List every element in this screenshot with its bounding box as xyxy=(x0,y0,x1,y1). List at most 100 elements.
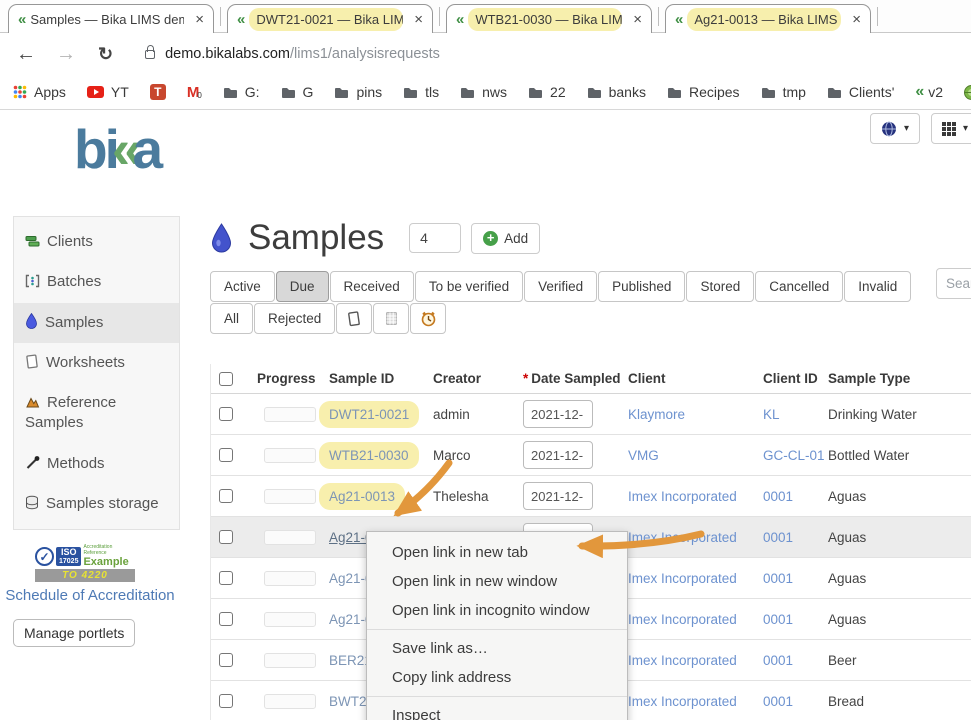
button-alarm-clock-icon[interactable] xyxy=(410,303,446,334)
filter-verified[interactable]: Verified xyxy=(524,271,597,302)
filter-due[interactable]: Due xyxy=(276,271,329,302)
client-id-link[interactable]: 0001 xyxy=(763,489,793,504)
bookmark-label: banks xyxy=(609,84,646,100)
date-sampled-input[interactable]: 2021-12- xyxy=(523,441,593,469)
menu-item-copy-link-address[interactable]: Copy link address xyxy=(367,663,627,692)
row-checkbox[interactable] xyxy=(219,448,233,462)
client-link[interactable]: Imex Incorporated xyxy=(628,653,737,668)
tab-close-icon[interactable]: × xyxy=(629,11,642,28)
filter-rejected[interactable]: Rejected xyxy=(254,303,335,334)
client-id-link[interactable]: GC-CL-01 xyxy=(763,448,825,463)
sample-id-link[interactable]: Ag21-0013 xyxy=(319,483,405,510)
date-sampled-input[interactable]: 2021-12- xyxy=(523,482,593,510)
client-id-link[interactable]: 0001 xyxy=(763,653,793,668)
bookmark-item[interactable]: Apps xyxy=(13,84,66,100)
sidebar-item-methods[interactable]: Methods xyxy=(14,444,179,484)
filter-invalid[interactable]: Invalid xyxy=(844,271,911,302)
sample-count-input[interactable]: 4 xyxy=(409,223,461,253)
forward-icon[interactable]: → xyxy=(56,43,76,66)
client-link[interactable]: Klaymore xyxy=(628,407,685,422)
sidebar-item-clients[interactable]: Clients xyxy=(14,222,179,262)
client-link[interactable]: Imex Incorporated xyxy=(628,489,737,504)
client-id-link[interactable]: 0001 xyxy=(763,571,793,586)
button-spreadsheet-icon[interactable] xyxy=(373,303,409,334)
bookmark-item[interactable]: pins xyxy=(334,84,382,100)
bookmark-item[interactable]: tls xyxy=(403,84,439,100)
apps-dropdown-button[interactable]: ▾ xyxy=(931,113,971,144)
filter-to-be-verified[interactable]: To be verified xyxy=(415,271,523,302)
client-link[interactable]: VMG xyxy=(628,448,659,463)
menu-item-save-link-as[interactable]: Save link as… xyxy=(367,634,627,663)
bookmark-item[interactable]: nws xyxy=(460,84,507,100)
row-checkbox[interactable] xyxy=(219,571,233,585)
sample-id-link[interactable]: BWT2 xyxy=(329,694,367,709)
bookmark-item[interactable]: Recipes xyxy=(667,84,740,100)
filter-active[interactable]: Active xyxy=(210,271,275,302)
browser-tab[interactable]: «Samples — Bika LIMS dem× xyxy=(8,4,214,33)
bookmark-item[interactable]: G: xyxy=(223,84,260,100)
back-icon[interactable]: ← xyxy=(16,43,36,66)
bookmark-item[interactable]: tmp xyxy=(761,84,806,100)
sidebar-item-reference-samples[interactable]: Reference Samples xyxy=(14,383,179,444)
reload-icon[interactable]: ↻ xyxy=(98,44,113,65)
bookmark-item[interactable]: 22 xyxy=(528,84,566,100)
manage-portlets-button[interactable]: Manage portlets xyxy=(13,619,135,647)
button-document-icon[interactable] xyxy=(336,303,372,334)
sidebar-item-worksheets[interactable]: Worksheets xyxy=(14,343,179,383)
row-checkbox[interactable] xyxy=(219,694,233,708)
bika-logo[interactable]: bi«a xyxy=(74,122,160,177)
search-input[interactable] xyxy=(936,268,971,299)
menu-item-inspect[interactable]: Inspect xyxy=(367,701,627,720)
filter-all[interactable]: All xyxy=(210,303,253,334)
client-id-link[interactable]: 0001 xyxy=(763,530,793,545)
add-button[interactable]: +Add xyxy=(471,223,540,254)
client-link[interactable]: Imex Incorporated xyxy=(628,612,737,627)
filter-cancelled[interactable]: Cancelled xyxy=(755,271,843,302)
filter-published[interactable]: Published xyxy=(598,271,685,302)
address-bar[interactable]: demo.bikalabs.com/lims1/analysisrequests xyxy=(165,46,440,62)
bookmark-item[interactable]: G xyxy=(281,84,314,100)
sample-id-link[interactable]: WTB21-0030 xyxy=(319,442,419,469)
sidebar-item-samples[interactable]: Samples xyxy=(14,303,179,343)
date-sampled-input[interactable]: 2021-12- xyxy=(523,400,593,428)
client-id-link[interactable]: KL xyxy=(763,407,780,422)
client-id-link[interactable]: 0001 xyxy=(763,612,793,627)
sample-id-link[interactable]: DWT21-0021 xyxy=(319,401,419,428)
bookmark-item[interactable]: «v2 xyxy=(915,84,943,100)
filter-received[interactable]: Received xyxy=(330,271,414,302)
bookmark-item[interactable]: Clients' xyxy=(827,84,894,100)
client-link[interactable]: Imex Incorporated xyxy=(628,571,737,586)
browser-tab[interactable]: «WTB21-0030 — Bika LIMS× xyxy=(446,4,652,33)
bookmark-item[interactable]: YT xyxy=(87,84,129,100)
tab-close-icon[interactable]: × xyxy=(191,11,204,28)
creator-cell: admin xyxy=(433,407,523,422)
tab-separator xyxy=(658,7,659,26)
menu-item-open-link-in-incognito-window[interactable]: Open link in incognito window xyxy=(367,596,627,625)
progress-bar xyxy=(264,694,316,709)
menu-item-open-link-in-new-tab[interactable]: Open link in new tab xyxy=(367,538,627,567)
row-checkbox[interactable] xyxy=(219,407,233,421)
row-checkbox[interactable] xyxy=(219,653,233,667)
client-link[interactable]: Imex Incorporated xyxy=(628,530,737,545)
tab-close-icon[interactable]: × xyxy=(410,11,423,28)
menu-item-open-link-in-new-window[interactable]: Open link in new window xyxy=(367,567,627,596)
tab-close-icon[interactable]: × xyxy=(848,11,861,28)
row-checkbox[interactable] xyxy=(219,612,233,626)
sidebar-item-batches[interactable]: Batches xyxy=(14,262,179,302)
client-id-link[interactable]: 0001 xyxy=(763,694,793,709)
select-all-checkbox[interactable] xyxy=(219,372,233,386)
row-checkbox[interactable] xyxy=(219,530,233,544)
sidebar-item-samples-storage[interactable]: Samples storage xyxy=(14,484,179,524)
folder-icon xyxy=(460,86,475,99)
bookmark-item[interactable]: M0 xyxy=(187,85,202,100)
browser-tab[interactable]: «Ag21-0013 — Bika LIMS de× xyxy=(665,4,871,33)
browser-tab[interactable]: «DWT21-0021 — Bika LIMS× xyxy=(227,4,433,33)
bookmark-item[interactable] xyxy=(964,85,971,100)
row-checkbox[interactable] xyxy=(219,489,233,503)
schedule-of-accreditation-link[interactable]: Schedule of Accreditation xyxy=(0,587,180,604)
filter-stored[interactable]: Stored xyxy=(686,271,754,302)
bookmark-item[interactable]: T xyxy=(150,84,166,100)
bookmark-item[interactable]: banks xyxy=(587,84,646,100)
language-dropdown-button[interactable]: ▾ xyxy=(870,113,920,144)
client-link[interactable]: Imex Incorporated xyxy=(628,694,737,709)
